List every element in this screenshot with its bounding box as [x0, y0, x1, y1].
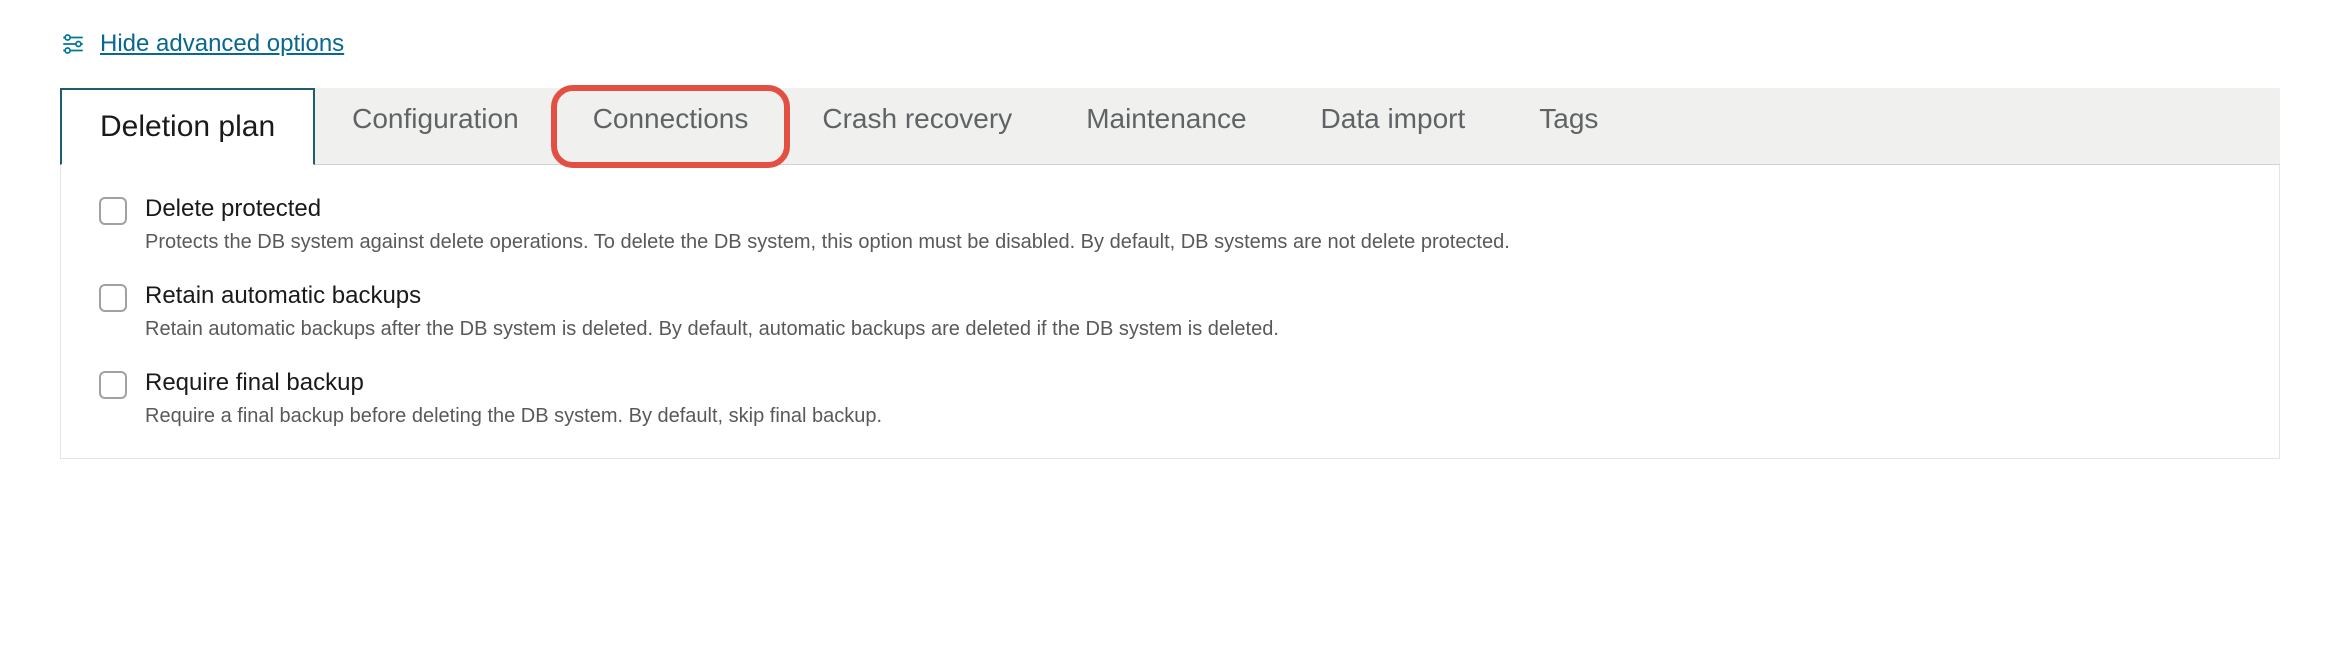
hide-advanced-options-text: Hide advanced options [100, 30, 344, 58]
tab-label: Data import [1321, 103, 1466, 134]
hide-advanced-options-link[interactable]: Hide advanced options [60, 30, 344, 58]
sliders-icon [60, 31, 86, 57]
tab-configuration[interactable]: Configuration [315, 88, 556, 164]
tab-label: Deletion plan [100, 110, 275, 143]
tab-content-deletion-plan: Delete protected Protects the DB system … [60, 165, 2280, 459]
tab-crash-recovery[interactable]: Crash recovery [785, 88, 1049, 164]
tab-label: Crash recovery [822, 103, 1012, 134]
option-retain-backups: Retain automatic backups Retain automati… [99, 282, 2241, 341]
option-description: Require a final backup before deleting t… [145, 405, 882, 428]
tab-deletion-plan[interactable]: Deletion plan [60, 88, 315, 165]
option-label: Require final backup [145, 369, 882, 397]
tab-label: Tags [1539, 103, 1598, 134]
checkbox-retain-backups[interactable] [99, 284, 127, 312]
option-label: Retain automatic backups [145, 282, 1279, 310]
tab-connections[interactable]: Connections [556, 88, 786, 164]
tab-label: Configuration [352, 103, 519, 134]
tabs-container: Deletion plan Configuration Connections … [60, 88, 2280, 165]
option-require-final-backup: Require final backup Require a final bac… [99, 369, 2241, 428]
tab-label: Maintenance [1086, 103, 1246, 134]
option-label: Delete protected [145, 195, 1510, 223]
tab-maintenance[interactable]: Maintenance [1049, 88, 1283, 164]
checkbox-delete-protected[interactable] [99, 197, 127, 225]
tabs-panel: Deletion plan Configuration Connections … [60, 88, 2280, 459]
option-description: Retain automatic backups after the DB sy… [145, 318, 1279, 341]
tab-label: Connections [593, 103, 749, 134]
option-description: Protects the DB system against delete op… [145, 231, 1510, 254]
checkbox-require-final-backup[interactable] [99, 371, 127, 399]
tab-data-import[interactable]: Data import [1284, 88, 1503, 164]
tab-tags[interactable]: Tags [1502, 88, 1635, 164]
option-text: Delete protected Protects the DB system … [145, 195, 1510, 254]
option-text: Require final backup Require a final bac… [145, 369, 882, 428]
option-delete-protected: Delete protected Protects the DB system … [99, 195, 2241, 254]
option-text: Retain automatic backups Retain automati… [145, 282, 1279, 341]
